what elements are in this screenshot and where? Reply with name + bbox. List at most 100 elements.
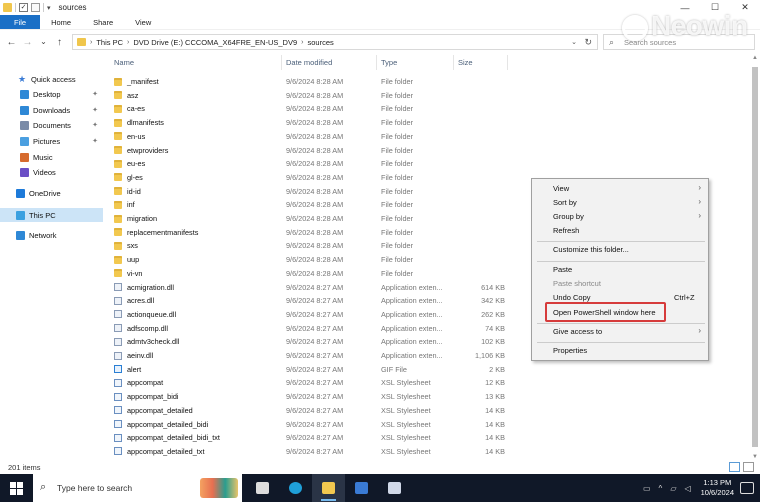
table-row[interactable]: asz 9/6/2024 8:28 AM File folder [103, 89, 750, 103]
file-type: File folder [381, 172, 414, 182]
back-arrow-icon[interactable]: ← [6, 37, 17, 48]
keyboard-icon[interactable]: ▭ [643, 484, 651, 493]
up-arrow-icon[interactable]: ↑ [54, 37, 65, 48]
sidebar-item-music[interactable]: Music [0, 150, 103, 164]
taskbar-app[interactable] [279, 474, 312, 502]
table-row[interactable]: alert 9/6/2024 8:27 AM GIF File 2 KB [103, 363, 750, 377]
chevron-right-icon: › [698, 197, 701, 206]
folder-icon [114, 104, 122, 113]
table-row[interactable]: dlmanifests 9/6/2024 8:28 AM File folder [103, 116, 750, 130]
table-row[interactable]: appcompat_detailed_txt 9/6/2024 8:27 AM XS… [103, 445, 750, 459]
breadcrumb-sources[interactable]: sources [308, 38, 334, 47]
sidebar-item-documents[interactable]: Documents ✦ [0, 118, 103, 132]
folder-icon[interactable] [3, 3, 12, 12]
address-bar[interactable]: › This PC › DVD Drive (E:) CCCOMA_X64FRE… [72, 34, 598, 50]
sidebar-item-desktop[interactable]: Desktop ✦ [0, 87, 103, 101]
volume-icon[interactable]: ◁ [684, 484, 690, 493]
divider[interactable] [507, 55, 508, 70]
folder-icon [114, 118, 122, 127]
network-icon [16, 230, 25, 240]
column-name[interactable]: Name [114, 58, 134, 67]
menu-item-give-access-to[interactable]: Give access to [553, 327, 602, 336]
column-type[interactable]: Type [381, 58, 397, 67]
new-folder-icon[interactable] [31, 3, 40, 12]
file-type: XSL Stylesheet [381, 392, 431, 402]
clock[interactable]: 1:13 PM 10/6/2024 [701, 478, 734, 498]
xsl-icon [114, 406, 122, 415]
menu-item-view[interactable]: View [553, 184, 569, 193]
file-date: 9/6/2024 8:28 AM [286, 186, 344, 196]
column-date-modified[interactable]: Date modified [286, 58, 332, 67]
file-type: XSL Stylesheet [381, 446, 431, 456]
sidebar-item-quick-access[interactable]: ★ Quick access [0, 72, 103, 86]
quick-access-toolbar: ✓ ▾ [0, 3, 51, 12]
folder-icon [114, 173, 122, 182]
taskbar-app[interactable] [345, 474, 378, 502]
menu-item-paste[interactable]: Paste [553, 265, 572, 274]
file-name-cell: vi-vn [114, 269, 142, 278]
taskbar-app[interactable] [246, 474, 279, 502]
divider[interactable] [281, 55, 282, 70]
taskbar-app[interactable] [312, 474, 345, 502]
menu-item-sort-by[interactable]: Sort by [553, 198, 577, 207]
column-size[interactable]: Size [458, 58, 473, 67]
table-row[interactable]: appcompat_detailed_bidi_txt 9/6/2024 8:27… [103, 431, 750, 445]
notification-icon[interactable] [740, 482, 754, 494]
tab-view[interactable]: View [124, 15, 162, 29]
table-row[interactable]: etwproviders 9/6/2024 8:28 AM File folder [103, 144, 750, 158]
breadcrumb-this-pc[interactable]: This PC [96, 38, 123, 47]
vertical-scrollbar[interactable]: ▲ ▼ [750, 55, 760, 460]
table-row[interactable]: eu-es 9/6/2024 8:28 AM File folder [103, 157, 750, 171]
sidebar-item-network[interactable]: Network [0, 228, 103, 242]
chevron-up-icon[interactable]: ^ [659, 484, 663, 493]
tab-file[interactable]: File [0, 15, 41, 29]
taskbar-app[interactable] [378, 474, 411, 502]
menu-item-properties[interactable]: Properties [553, 346, 587, 355]
divider[interactable] [376, 55, 377, 70]
search-highlight-icon[interactable] [200, 478, 238, 498]
sidebar-item-downloads[interactable]: Downloads ✦ [0, 103, 103, 117]
tab-home[interactable]: Home [40, 15, 82, 29]
table-row[interactable]: appcompat 9/6/2024 8:27 AM XSL Stylesheet 1… [103, 376, 750, 390]
large-icons-view-icon[interactable] [743, 462, 754, 472]
details-view-icon[interactable] [729, 462, 740, 472]
table-row[interactable]: en-us 9/6/2024 8:28 AM File folder [103, 130, 750, 144]
table-row[interactable]: _manifest 9/6/2024 8:28 AM File folder [103, 75, 750, 89]
properties-icon[interactable]: ✓ [19, 3, 28, 12]
chevron-down-icon[interactable]: ⌄ [571, 38, 577, 46]
file-name: migration [127, 214, 158, 223]
table-row[interactable]: appcompat_detailed 9/6/2024 8:27 AM XSL St… [103, 404, 750, 418]
file-name: acres.dll [127, 296, 155, 306]
sidebar-item-pictures[interactable]: Pictures ✦ [0, 134, 103, 148]
documents-icon [20, 120, 29, 130]
scroll-up-icon[interactable]: ▲ [752, 55, 758, 61]
table-row[interactable]: appcompat_detailed_bidi 9/6/2024 8:27 AM X… [103, 418, 750, 432]
menu-item-undo-copy[interactable]: Undo Copy [553, 293, 591, 302]
divider[interactable] [453, 55, 454, 70]
sidebar-item-videos[interactable]: Videos [0, 165, 103, 179]
chevron-right-icon: › [90, 38, 93, 46]
pin-icon: ✦ [92, 122, 98, 129]
refresh-icon[interactable]: ↻ [584, 37, 592, 48]
taskbar-search[interactable]: ⌕ Type here to search [33, 474, 242, 502]
file-name: ca-es [127, 104, 145, 114]
scrollbar-thumb[interactable] [752, 67, 758, 447]
tab-share[interactable]: Share [82, 15, 124, 29]
sidebar-item-onedrive[interactable]: OneDrive [0, 186, 103, 200]
menu-item-group-by[interactable]: Group by [553, 212, 584, 221]
customize-toolbar-icon[interactable]: ▾ [47, 4, 51, 12]
gif-icon [114, 365, 122, 374]
menu-item-customize-this-folder[interactable]: Customize this folder... [553, 245, 629, 254]
breadcrumb-dvd-drive[interactable]: DVD Drive (E:) CCCOMA_X64FRE_EN-US_DV9 [133, 38, 297, 47]
start-button[interactable] [0, 474, 32, 502]
file-name: uup [127, 255, 140, 265]
dll-icon [114, 324, 122, 333]
table-row[interactable]: appcompat_bidi 9/6/2024 8:27 AM XSL Styles… [103, 390, 750, 404]
forward-arrow-icon[interactable]: → [22, 37, 33, 48]
divider [537, 261, 705, 262]
network-icon[interactable]: ▱ [670, 484, 676, 493]
table-row[interactable]: ca-es 9/6/2024 8:28 AM File folder [103, 102, 750, 116]
sidebar-item-this-pc[interactable]: This PC [0, 208, 103, 222]
recent-locations-icon[interactable]: ⌄ [38, 37, 49, 48]
menu-item-refresh[interactable]: Refresh [553, 226, 579, 235]
